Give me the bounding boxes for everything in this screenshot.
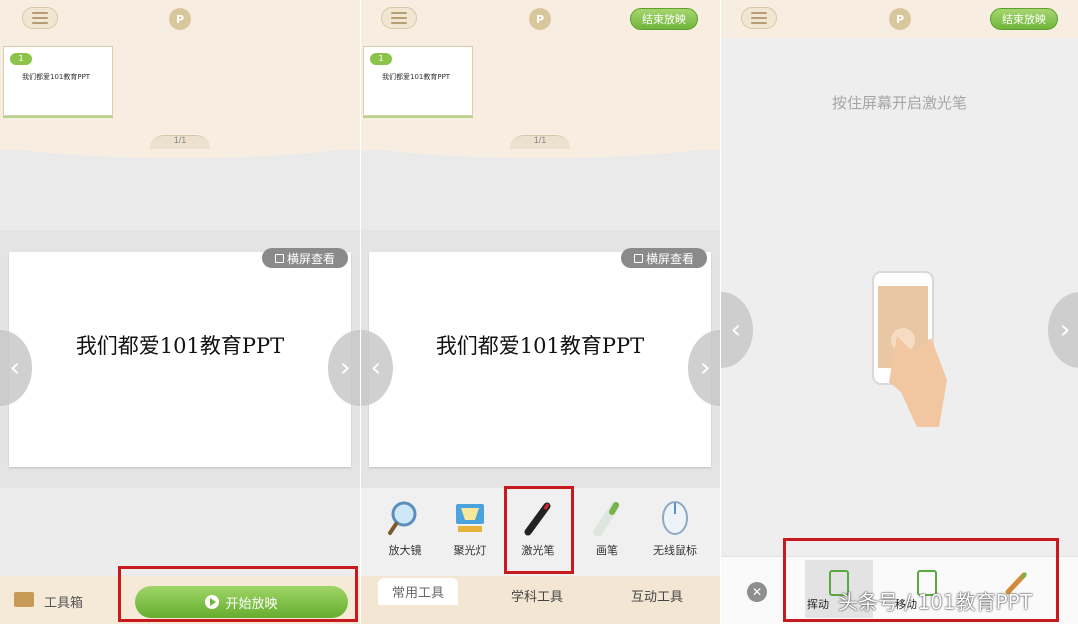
- landscape-view-button[interactable]: 横屏查看: [262, 248, 348, 268]
- landscape-icon: [633, 253, 643, 263]
- tool-wireless-mouse[interactable]: 无线鼠标: [645, 500, 705, 558]
- thumbnail-badge: 1: [370, 53, 392, 65]
- slide-thumbnail[interactable]: 1 我们都爱101教育PPT: [363, 46, 473, 116]
- landscape-view-button[interactable]: 横屏查看: [621, 248, 707, 268]
- panel-tools: P 结束放映 1 我们都爱101教育PPT 1/1 我们都爱101教育PPT 横…: [361, 0, 720, 624]
- current-slide[interactable]: 我们都爱101教育PPT: [9, 252, 351, 467]
- brush-icon: [590, 500, 624, 537]
- page-indicator: 1/1: [150, 135, 210, 151]
- menu-button[interactable]: [22, 7, 58, 29]
- toolbox-button[interactable]: 工具箱: [44, 592, 83, 611]
- spotlight-icon: [453, 500, 487, 536]
- tool-brush[interactable]: 画笔: [577, 500, 637, 558]
- tab-subject-tools[interactable]: 学科工具: [511, 586, 563, 605]
- menu-button[interactable]: [381, 7, 417, 29]
- end-show-button[interactable]: 结束放映: [990, 8, 1058, 30]
- app-logo-icon: P: [889, 8, 911, 30]
- app-logo-icon: P: [169, 8, 191, 30]
- tool-magnifier[interactable]: 放大镜: [375, 500, 435, 558]
- slide-thumbnail[interactable]: 1 我们都爱101教育PPT: [3, 46, 113, 116]
- magnifier-icon: [388, 500, 422, 536]
- tab-interactive-tools[interactable]: 互动工具: [631, 586, 683, 605]
- close-icon[interactable]: ✕: [747, 582, 767, 602]
- panel-laser-mode: P 结束放映 按住屏幕开启激光笔 ‹ › ✕ 挥动 移动: [721, 0, 1078, 624]
- tool-label: 放大镜: [388, 544, 422, 557]
- tool-label: 画笔: [596, 544, 618, 557]
- tool-label: 无线鼠标: [653, 544, 697, 557]
- thumbnail-text: 我们都爱101教育PPT: [382, 73, 451, 81]
- thumbnail-badge: 1: [10, 53, 32, 65]
- toolbox-icon: [14, 592, 34, 607]
- tool-label: 聚光灯: [453, 544, 487, 557]
- highlight-box-start: [118, 566, 358, 622]
- slide-text: 我们都爱101教育PPT: [435, 334, 645, 358]
- panel-start-show: P 1 我们都爱101教育PPT 1/1 我们都爱101教育PPT 横屏查看 ‹…: [0, 0, 360, 624]
- menu-button[interactable]: [741, 7, 777, 29]
- thumbnail-text: 我们都爱101教育PPT: [22, 73, 91, 81]
- toolbar-area: [0, 488, 360, 576]
- prev-slide-arrow[interactable]: ‹: [721, 292, 753, 368]
- landscape-icon: [274, 253, 284, 263]
- hand-phone-illustration: [861, 262, 961, 436]
- next-slide-arrow[interactable]: ›: [1048, 292, 1078, 368]
- laser-hint-text: 按住屏幕开启激光笔: [831, 94, 967, 112]
- page-indicator: 1/1: [510, 135, 570, 151]
- current-slide[interactable]: 我们都爱101教育PPT: [369, 252, 711, 467]
- tab-common-tools[interactable]: 常用工具: [378, 578, 459, 605]
- watermark-text: 头条号 / 101教育PPT: [838, 590, 1032, 614]
- tool-spotlight[interactable]: 聚光灯: [440, 500, 500, 558]
- slide-text: 我们都爱101教育PPT: [75, 334, 285, 358]
- highlight-box-laser: [504, 486, 574, 574]
- app-logo-icon: P: [529, 8, 551, 30]
- end-show-button[interactable]: 结束放映: [630, 8, 698, 30]
- mouse-icon: [658, 500, 692, 536]
